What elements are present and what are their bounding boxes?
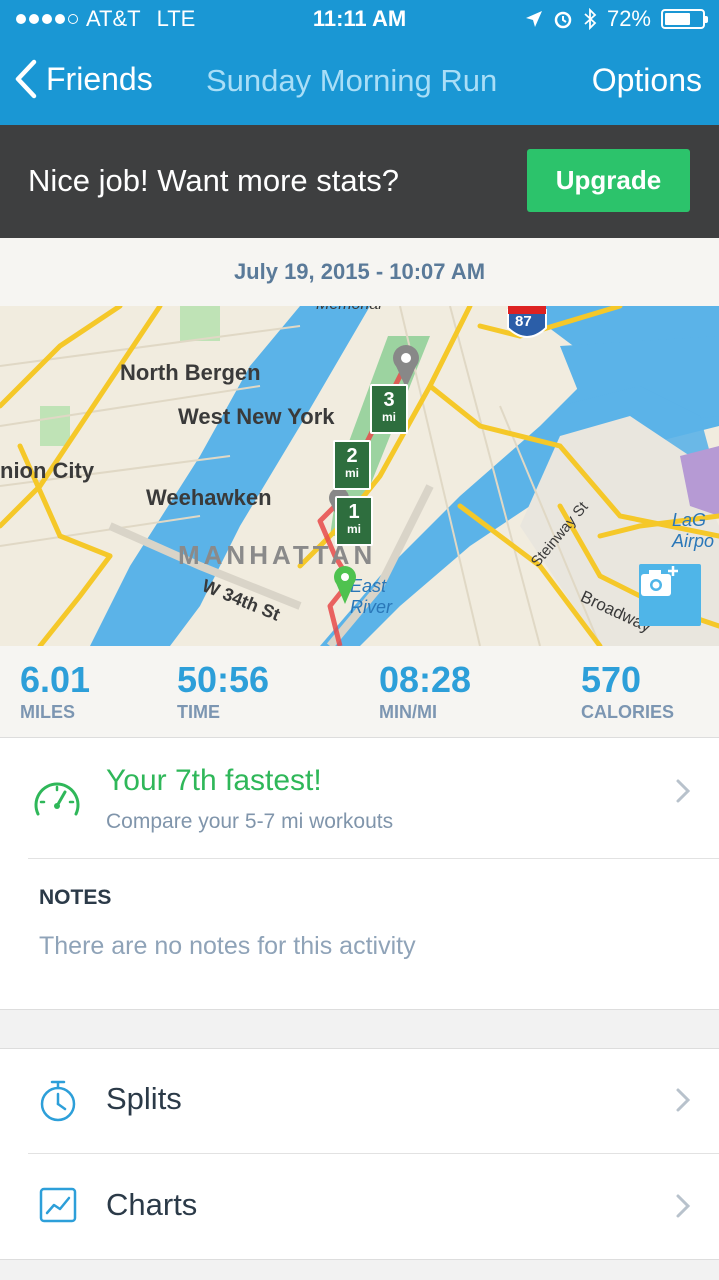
back-label: Friends (46, 60, 153, 97)
mile-marker-3: 3 mi (370, 384, 408, 434)
mile-marker-2: 2 mi (333, 440, 371, 490)
camera-plus-icon (641, 566, 678, 596)
fastest-row[interactable]: Your 7th fastest! Compare your 5-7 mi wo… (0, 738, 719, 858)
speedometer-icon (34, 782, 80, 816)
status-right: 72% (525, 6, 708, 32)
interstate-87-shield: 87 (515, 313, 532, 330)
charts-label: Charts (106, 1187, 198, 1222)
battery-icon (661, 9, 708, 29)
map-label-north-bergen: North Bergen (120, 360, 261, 385)
charts-row[interactable]: Charts (0, 1155, 719, 1259)
upgrade-button[interactable]: Upgrade (527, 149, 690, 212)
stat-calories: 570 CALORIES (581, 659, 675, 723)
stopwatch-icon (40, 1080, 76, 1122)
route-map[interactable]: North Bergen West New York nion City Wee… (0, 306, 719, 646)
stats-bar: 6.01 MILES 50:56 TIME 08:28 MIN/MI 570 CALOR… (0, 646, 719, 738)
stat-miles: 6.01 MILES (20, 659, 91, 723)
fastest-subtitle: Compare your 5-7 mi workouts (106, 810, 394, 833)
divider (28, 1153, 719, 1154)
upgrade-banner: Nice job! Want more stats? Upgrade (0, 125, 719, 238)
add-photo-button[interactable] (639, 564, 701, 626)
battery-percent: 72% (606, 6, 651, 31)
notes-heading: NOTES (39, 886, 112, 909)
splits-row[interactable]: Splits (0, 1049, 719, 1153)
chevron-right-icon (675, 1087, 691, 1121)
summary-card: Your 7th fastest! Compare your 5-7 mi wo… (0, 738, 719, 1010)
divider (28, 858, 719, 859)
start-pin-icon (334, 566, 356, 604)
nav-bar: Friends Sunday Morning Run Options (0, 45, 719, 117)
mile-marker-1: 1 mi (335, 496, 373, 546)
activity-date: July 19, 2015 - 10:07 AM (0, 238, 719, 306)
map-label-laguardia: LaG Airpo (672, 510, 715, 551)
detail-menu: Splits Charts (0, 1048, 719, 1260)
chevron-right-icon (675, 1193, 691, 1227)
page-title: Sunday Morning Run (206, 63, 498, 98)
chevron-left-icon (15, 59, 37, 99)
chart-icon (39, 1187, 77, 1223)
map-label-memorial: Memorial (316, 306, 382, 314)
chevron-right-icon (675, 778, 691, 812)
stat-pace: 08:28 MIN/MI (379, 659, 472, 723)
fastest-headline: Your 7th fastest! (106, 764, 322, 797)
location-arrow-icon (525, 11, 542, 27)
status-bar: AT&T LTE 11:11 AM 72% (0, 0, 719, 40)
splits-label: Splits (106, 1081, 182, 1116)
notes-empty-text[interactable]: There are no notes for this activity (39, 932, 416, 961)
alarm-icon (554, 11, 572, 29)
map-label-west-new-york: West New York (178, 404, 335, 429)
back-button[interactable]: Friends (14, 59, 153, 99)
map-label-weehawken: Weehawken (146, 485, 272, 510)
bluetooth-icon (584, 8, 597, 30)
options-button[interactable]: Options (592, 62, 702, 99)
top-bar: AT&T LTE 11:11 AM 72% Friends Sunday Mor… (0, 0, 719, 125)
upgrade-message: Nice job! Want more stats? (28, 163, 399, 198)
map-label-union-city: nion City (0, 458, 95, 483)
stat-time: 50:56 TIME (177, 659, 270, 723)
